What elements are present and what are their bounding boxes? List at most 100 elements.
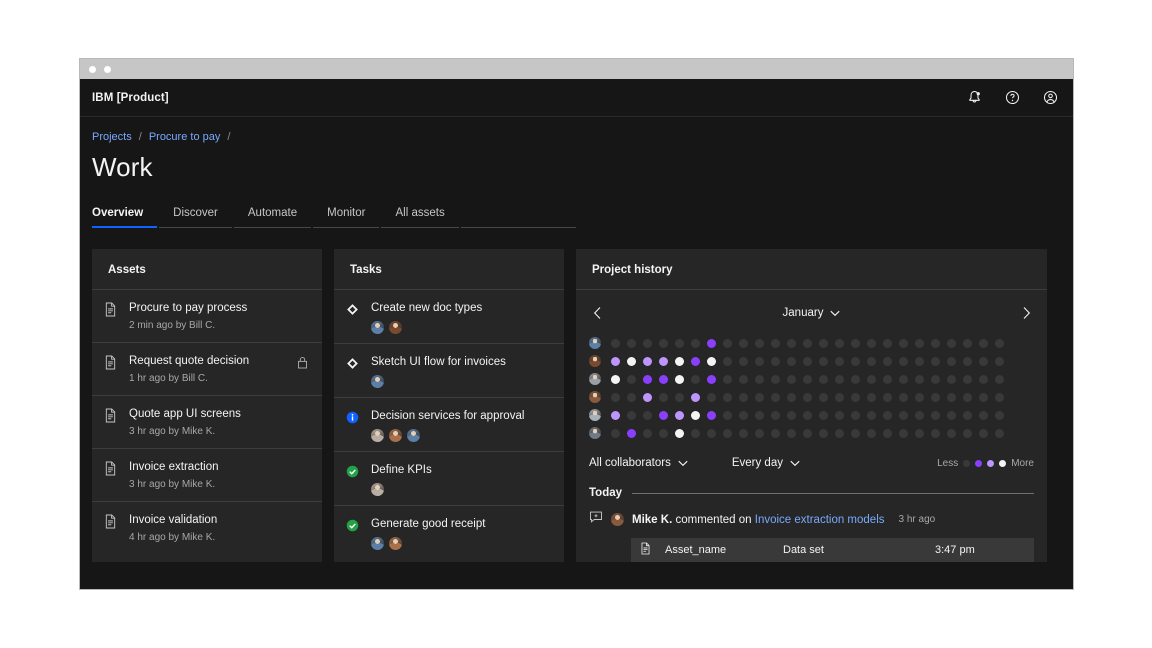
heatmap-cell[interactable]: [671, 334, 687, 352]
heatmap-cell[interactable]: [991, 388, 1007, 406]
heatmap-cell[interactable]: [895, 370, 911, 388]
heatmap-cell[interactable]: [831, 334, 847, 352]
heatmap-cell[interactable]: [671, 406, 687, 424]
heatmap-cell[interactable]: [1007, 334, 1011, 352]
heatmap-cell[interactable]: [879, 424, 895, 442]
heatmap-cell[interactable]: [639, 370, 655, 388]
heatmap-cell[interactable]: [799, 388, 815, 406]
heatmap-cell[interactable]: [703, 406, 719, 424]
heatmap-cell[interactable]: [703, 388, 719, 406]
heatmap-cell[interactable]: [607, 424, 623, 442]
heatmap-cell[interactable]: [751, 424, 767, 442]
heatmap-cell[interactable]: [847, 406, 863, 424]
heatmap-cell[interactable]: [687, 406, 703, 424]
heatmap-cell[interactable]: [751, 352, 767, 370]
heatmap-cell[interactable]: [719, 370, 735, 388]
heatmap-cell[interactable]: [767, 388, 783, 406]
heatmap-cell[interactable]: [927, 370, 943, 388]
heatmap-cell[interactable]: [863, 424, 879, 442]
heatmap-cell[interactable]: [783, 424, 799, 442]
heatmap-cell[interactable]: [831, 388, 847, 406]
heatmap-cell[interactable]: [719, 352, 735, 370]
heatmap-cell[interactable]: [815, 388, 831, 406]
heatmap-cell[interactable]: [671, 424, 687, 442]
feed-asset-card[interactable]: Asset_name Data set 3:47 pm: [631, 538, 1034, 562]
heatmap-cell[interactable]: [959, 388, 975, 406]
heatmap-cell[interactable]: [815, 352, 831, 370]
asset-row[interactable]: Invoice validation 4 hr ago by Mike K.: [92, 502, 322, 554]
heatmap-cell[interactable]: [735, 352, 751, 370]
heatmap-cell[interactable]: [943, 352, 959, 370]
heatmap-cell[interactable]: [751, 388, 767, 406]
heatmap-cell[interactable]: [927, 388, 943, 406]
heatmap-cell[interactable]: [1007, 406, 1011, 424]
heatmap-cell[interactable]: [863, 370, 879, 388]
heatmap-cell[interactable]: [655, 352, 671, 370]
heatmap-cell[interactable]: [975, 370, 991, 388]
heatmap-cell[interactable]: [927, 334, 943, 352]
heatmap-cell[interactable]: [751, 334, 767, 352]
heatmap-cell[interactable]: [639, 424, 655, 442]
heatmap-cell[interactable]: [959, 406, 975, 424]
heatmap-cell[interactable]: [607, 334, 623, 352]
heatmap-cell[interactable]: [815, 406, 831, 424]
heatmap-cell[interactable]: [687, 334, 703, 352]
heatmap-cell[interactable]: [655, 406, 671, 424]
breadcrumb-item-projects[interactable]: Projects: [92, 131, 132, 143]
heatmap-cell[interactable]: [831, 370, 847, 388]
heatmap-cell[interactable]: [607, 406, 623, 424]
heatmap-cell[interactable]: [927, 406, 943, 424]
heatmap-cell[interactable]: [607, 388, 623, 406]
heatmap-cell[interactable]: [783, 406, 799, 424]
heatmap-cell[interactable]: [687, 370, 703, 388]
heatmap-cell[interactable]: [863, 352, 879, 370]
heatmap-cell[interactable]: [911, 388, 927, 406]
heatmap-cell[interactable]: [623, 352, 639, 370]
heatmap-cell[interactable]: [671, 388, 687, 406]
help-icon[interactable]: [993, 79, 1031, 117]
heatmap-cell[interactable]: [943, 370, 959, 388]
user-avatar-icon[interactable]: [1031, 79, 1069, 117]
heatmap-cell[interactable]: [719, 424, 735, 442]
heatmap-cell[interactable]: [607, 370, 623, 388]
tab-monitor[interactable]: Monitor: [313, 205, 380, 228]
heatmap-cell[interactable]: [911, 424, 927, 442]
heatmap-cell[interactable]: [623, 424, 639, 442]
heatmap-cell[interactable]: [735, 406, 751, 424]
heatmap-cell[interactable]: [975, 424, 991, 442]
heatmap-cell[interactable]: [847, 388, 863, 406]
heatmap-cell[interactable]: [735, 334, 751, 352]
heatmap-cell[interactable]: [703, 334, 719, 352]
heatmap-cell[interactable]: [863, 406, 879, 424]
heatmap-cell[interactable]: [751, 406, 767, 424]
heatmap-cell[interactable]: [815, 334, 831, 352]
heatmap-cell[interactable]: [687, 424, 703, 442]
heatmap-cell[interactable]: [1007, 352, 1011, 370]
heatmap-cell[interactable]: [735, 424, 751, 442]
breadcrumb-item-procure-to-pay[interactable]: Procure to pay: [149, 131, 221, 143]
heatmap-cell[interactable]: [879, 334, 895, 352]
heatmap-cell[interactable]: [623, 406, 639, 424]
heatmap-cell[interactable]: [703, 352, 719, 370]
asset-row[interactable]: Procure to pay process 2 min ago by Bill …: [92, 290, 322, 343]
heatmap-cell[interactable]: [847, 370, 863, 388]
heatmap-cell[interactable]: [959, 424, 975, 442]
heatmap-cell[interactable]: [847, 352, 863, 370]
feed-target-link[interactable]: Invoice extraction models: [755, 514, 885, 526]
task-row[interactable]: Create new doc types: [334, 290, 564, 344]
heatmap-cell[interactable]: [639, 406, 655, 424]
heatmap-cell[interactable]: [1007, 388, 1011, 406]
heatmap-cell[interactable]: [655, 424, 671, 442]
tab-all-assets[interactable]: All assets: [381, 205, 459, 228]
heatmap-cell[interactable]: [959, 370, 975, 388]
heatmap-cell[interactable]: [911, 334, 927, 352]
frequency-filter[interactable]: Every day: [732, 457, 800, 469]
heatmap-cell[interactable]: [767, 424, 783, 442]
heatmap-cell[interactable]: [863, 388, 879, 406]
heatmap-cell[interactable]: [815, 424, 831, 442]
heatmap-cell[interactable]: [863, 334, 879, 352]
heatmap-cell[interactable]: [751, 370, 767, 388]
heatmap-cell[interactable]: [799, 352, 815, 370]
heatmap-cell[interactable]: [767, 334, 783, 352]
heatmap-cell[interactable]: [911, 370, 927, 388]
